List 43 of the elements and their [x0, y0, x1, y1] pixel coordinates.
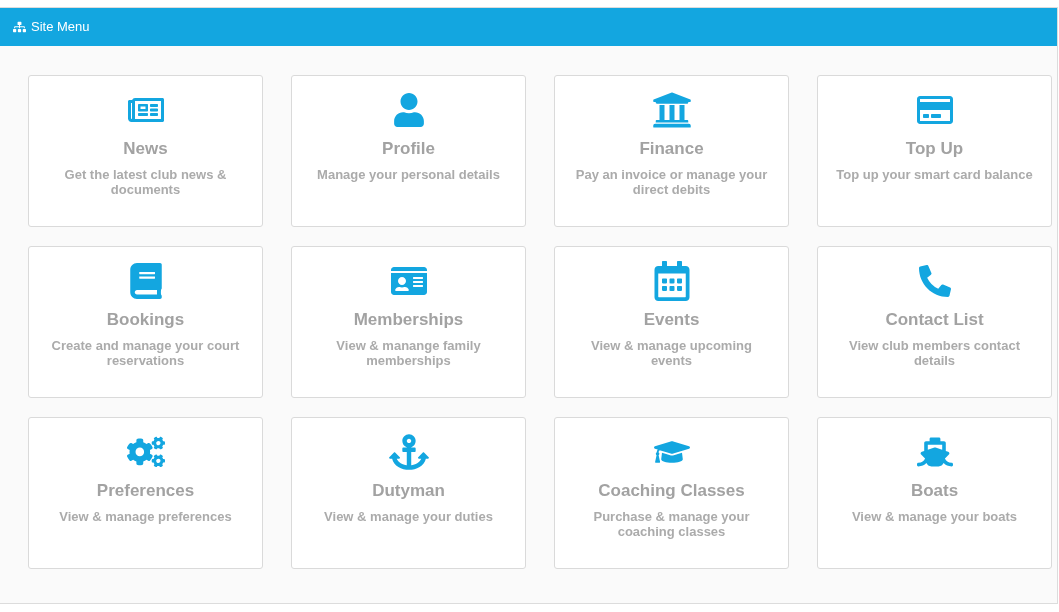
sitemap-icon	[13, 21, 26, 33]
tile-title: Contact List	[885, 309, 984, 331]
tile-description: View & manage your boats	[850, 509, 1019, 524]
tile-description: View & manage preferences	[58, 509, 233, 524]
tile-description: View club members contact details	[848, 338, 1021, 368]
tile-title: Finance	[639, 138, 704, 160]
tile-description: Top up your smart card balance	[835, 167, 1034, 182]
tile-title: News	[123, 138, 168, 160]
tile-title: Coaching Classes	[598, 480, 745, 502]
book-icon	[127, 263, 164, 299]
anchor-icon	[388, 432, 429, 472]
menu-tile[interactable]: Boats View & manage your boats	[817, 417, 1052, 569]
tile-title: Dutyman	[372, 480, 445, 502]
user-icon	[391, 93, 426, 127]
tile-description: View & manage your duties	[323, 509, 494, 524]
tile-title: Events	[643, 309, 700, 331]
tile-title: Preferences	[96, 480, 195, 502]
menu-tile[interactable]: Finance Pay an invoice or manage your direct debits	[554, 75, 789, 227]
menu-tile[interactable]: Events View & manage upcoming events	[554, 246, 789, 398]
tile-title: Profile	[382, 138, 435, 160]
phone-icon	[918, 265, 951, 297]
tile-description: Create and manage your court reservations	[50, 338, 241, 368]
bank-icon	[651, 90, 692, 130]
tile-description: Purchase & manage your coaching classes	[592, 509, 751, 539]
tile-title: Bookings	[106, 309, 185, 331]
tile-title: Top Up	[905, 138, 964, 160]
menu-tile[interactable]: Bookings Create and manage your court reservations	[28, 246, 263, 398]
tile-description: Get the latest club news & documents	[63, 167, 228, 197]
menu-tile[interactable]: News Get the latest club news & documents	[28, 75, 263, 227]
menu-tile[interactable]: Dutyman View & manage your duties	[291, 417, 526, 569]
menu-tile[interactable]: Contact List View club members contact details	[817, 246, 1052, 398]
tile-title: Boats	[910, 480, 959, 502]
menu-tile[interactable]: Top Up Top up your smart card balance	[817, 75, 1052, 227]
tile-description: Pay an invoice or manage your direct debits	[574, 167, 769, 197]
menu-tile[interactable]: Coaching Classes Purchase & manage your coaching classes	[554, 417, 789, 569]
tile-title: Memberships	[353, 309, 464, 331]
tile-description: Manage your personal details	[316, 167, 501, 182]
header-title: Site Menu	[31, 19, 90, 35]
menu-tile[interactable]: Memberships View & manange family memberships	[291, 246, 526, 398]
menu-tile[interactable]: Profile Manage your personal details	[291, 75, 526, 227]
tile-description: View & manage upcoming events	[590, 338, 753, 368]
tile-description: View & manange family memberships	[335, 338, 482, 368]
menu-tile[interactable]: Preferences View & manage preferences	[28, 417, 263, 569]
